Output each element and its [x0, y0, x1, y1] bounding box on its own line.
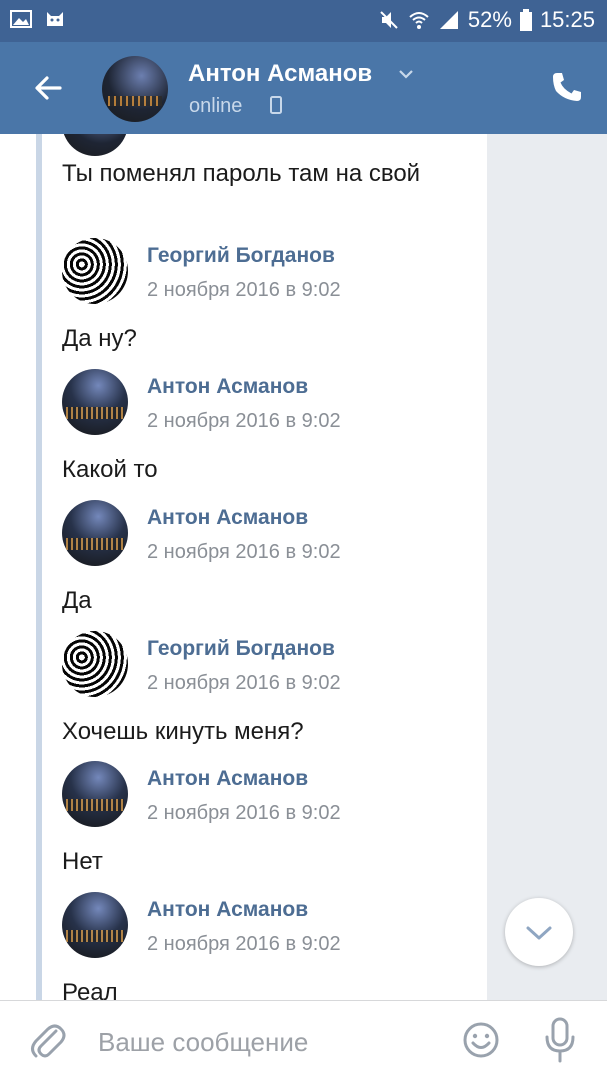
avatar[interactable]	[62, 238, 128, 304]
message-datetime: 2 ноября 2016 в 9:02	[147, 802, 341, 824]
message-datetime: 2 ноября 2016 в 9:02	[147, 933, 341, 955]
status-bar: 52% 15:25	[0, 0, 607, 42]
message-text: Ты поменял пароль там на свой	[62, 160, 421, 187]
message-text: Какой то	[62, 456, 158, 483]
avatar[interactable]	[62, 631, 128, 697]
message-author[interactable]: Георгий Богданов	[147, 637, 335, 661]
gallery-icon	[10, 10, 32, 28]
message-datetime: 2 ноября 2016 в 9:02	[147, 410, 341, 432]
chat-header: Антон Асманов online	[0, 42, 607, 134]
message-author[interactable]: Антон Асманов	[147, 506, 308, 530]
avatar[interactable]	[62, 892, 128, 958]
signal-icon	[439, 11, 458, 29]
message-text: Да	[62, 587, 92, 614]
wifi-icon	[409, 12, 429, 29]
contact-avatar[interactable]	[102, 56, 168, 122]
message-input[interactable]	[96, 1021, 440, 1063]
chevron-down-icon[interactable]	[398, 66, 414, 82]
contact-status: online	[189, 95, 243, 117]
background-panel	[487, 134, 607, 1000]
battery-icon	[519, 9, 532, 31]
cat-icon	[47, 12, 63, 26]
mute-icon	[380, 11, 398, 29]
avatar[interactable]	[62, 500, 128, 566]
avatar	[62, 134, 128, 156]
battery-percent: 52%	[467, 7, 512, 32]
back-arrow-icon[interactable]	[30, 70, 66, 106]
message-text: Нет	[62, 848, 103, 875]
message-author[interactable]: Антон Асманов	[147, 767, 308, 791]
message-author[interactable]: Антон Асманов	[147, 375, 308, 399]
message-text: Да ну?	[62, 325, 137, 352]
message-author[interactable]: Антон Асманов	[147, 898, 308, 922]
call-icon[interactable]	[550, 70, 584, 104]
message-datetime: 2 ноября 2016 в 9:02	[147, 541, 341, 563]
paperclip-icon[interactable]	[28, 1019, 66, 1061]
mobile-device-icon	[270, 96, 282, 114]
message-composer	[0, 1000, 607, 1081]
quote-border	[36, 134, 42, 1000]
scroll-down-button[interactable]	[505, 898, 573, 966]
contact-name[interactable]: Антон Асманов	[188, 60, 372, 88]
message-text: Реал	[62, 979, 118, 1000]
emoji-icon[interactable]	[462, 1021, 500, 1059]
message-datetime: 2 ноября 2016 в 9:02	[147, 279, 341, 301]
message-text: Хочешь кинуть меня?	[62, 718, 304, 745]
avatar[interactable]	[62, 761, 128, 827]
microphone-icon[interactable]	[543, 1017, 577, 1063]
message-author[interactable]: Георгий Богданов	[147, 244, 335, 268]
message-datetime: 2 ноября 2016 в 9:02	[147, 672, 341, 694]
forwarded-messages: Ты поменял пароль там на свой Георгий Бо…	[0, 134, 487, 1000]
chevron-down-icon	[526, 926, 552, 940]
avatar[interactable]	[62, 369, 128, 435]
clock: 15:25	[539, 7, 595, 32]
